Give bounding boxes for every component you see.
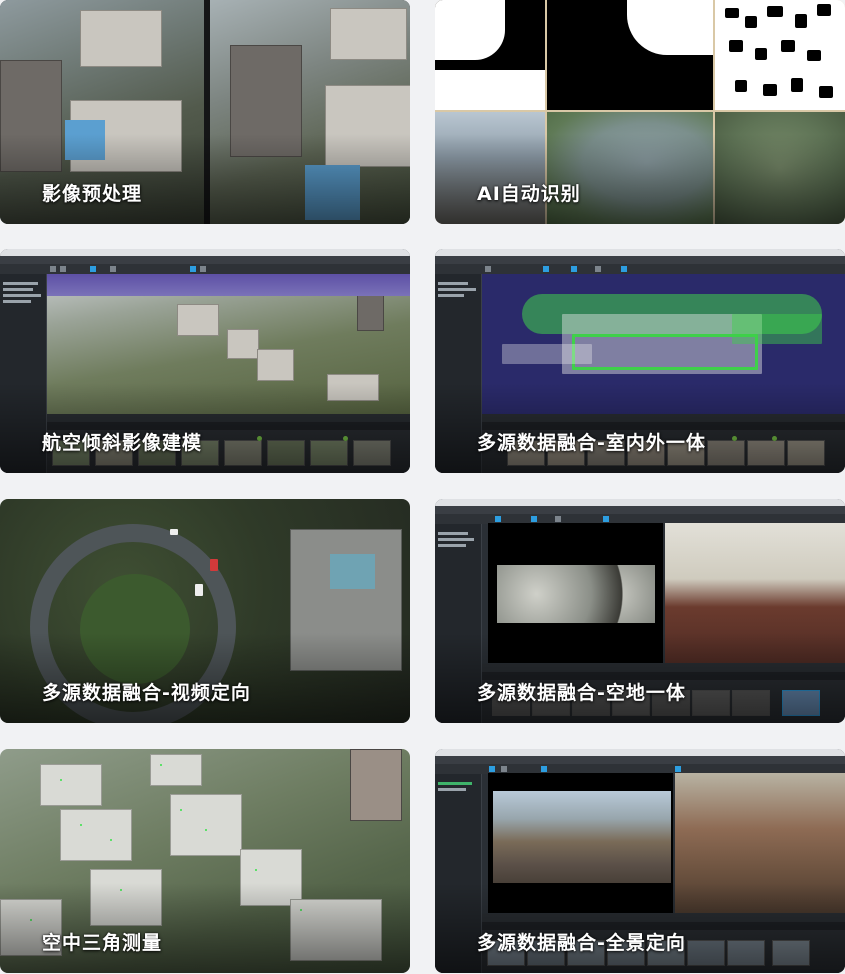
mask-tile-3 [715,0,845,110]
card-panorama-orientation[interactable]: 多源数据融合-全景定向 [435,749,845,973]
mask-tile-1 [435,0,545,110]
feature-grid: 影像预处理 AI自动识别 航空倾斜影像建模 多源数据融合-室内外一体 多源数据融… [0,0,845,974]
card-label: 航空倾斜影像建模 [42,432,203,454]
card-ai-recognition[interactable]: AI自动识别 [435,0,845,224]
card-aerial-triangulation[interactable]: 空中三角测量 [0,749,410,973]
app-menubar [435,756,845,764]
card-indoor-outdoor[interactable]: 多源数据融合-室内外一体 [435,249,845,473]
app-menubar [435,256,845,264]
card-preprocessing[interactable]: 影像预处理 [0,0,410,224]
card-sky-ground[interactable]: 多源数据融合-空地一体 [435,499,845,723]
app-menubar [435,506,845,514]
card-label: 多源数据融合-视频定向 [42,682,251,704]
card-label: 多源数据融合-全景定向 [477,932,686,954]
app-toolbar [435,264,845,274]
card-label: 多源数据融合-室内外一体 [477,432,706,454]
app-menubar [0,256,410,264]
card-oblique-modeling[interactable]: 航空倾斜影像建模 [0,249,410,473]
card-video-orientation[interactable]: 多源数据融合-视频定向 [0,499,410,723]
card-label: 空中三角测量 [42,932,163,954]
card-label: 影像预处理 [42,183,143,205]
card-label: AI自动识别 [477,183,581,205]
mask-tile-2 [547,0,713,110]
panorama-sphere-image [497,565,655,623]
card-label: 多源数据融合-空地一体 [477,682,686,704]
panorama-image [493,791,671,883]
